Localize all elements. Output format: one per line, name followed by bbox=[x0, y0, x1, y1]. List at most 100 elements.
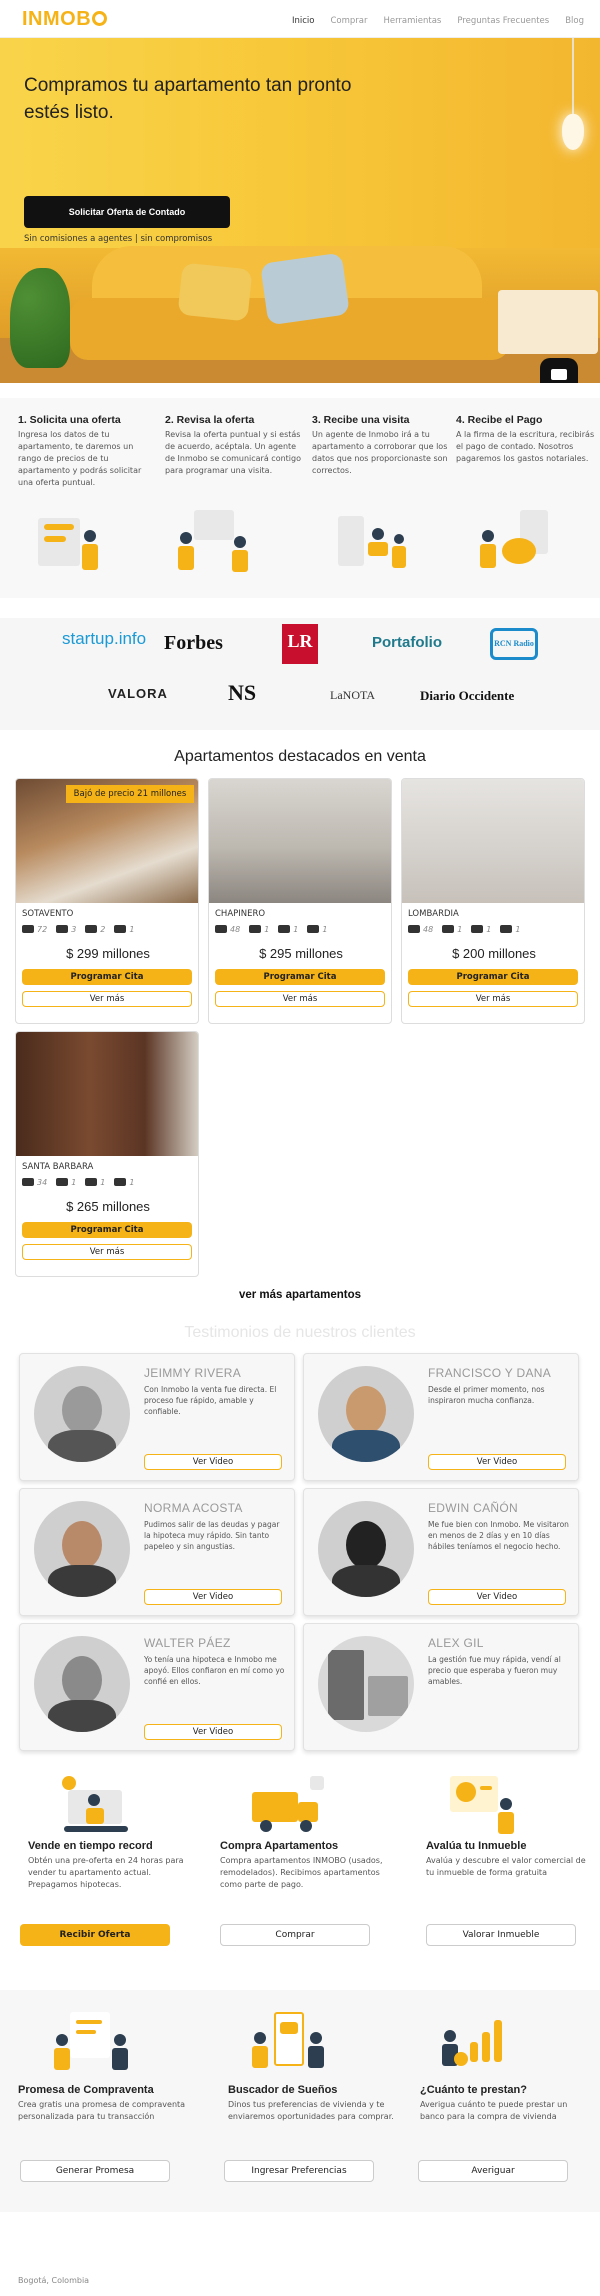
startup-info-logo: startup.info bbox=[62, 629, 147, 648]
property-card[interactable]: CHAPINERO 48 1 1 1 $ 295 millones Progra… bbox=[208, 778, 392, 1024]
dream-finder-illustration bbox=[250, 2012, 330, 2082]
steps-section: 1. Solicita una oferta Ingresa los datos… bbox=[0, 398, 600, 598]
service-title: Vende en tiempo record bbox=[28, 1840, 153, 1852]
tool-title: Promesa de Compraventa bbox=[18, 2084, 154, 2096]
schedule-appointment-button[interactable]: Programar Cita bbox=[408, 969, 578, 985]
step-text: Un agente de Inmobo irá a tu apartamento… bbox=[312, 430, 448, 475]
generate-promise-button[interactable]: Generar Promesa bbox=[20, 2160, 170, 2182]
hero-title: Compramos tu apartamento tan pronto esté… bbox=[24, 75, 352, 123]
baths-value: 1 bbox=[100, 1178, 106, 1187]
see-more-apartments-link[interactable]: ver más apartamentos bbox=[0, 1289, 600, 1301]
lanota-logo: LaNOTA bbox=[330, 688, 376, 702]
request-offer-button[interactable]: Solicitar Oferta de Contado bbox=[24, 196, 230, 228]
property-photo[interactable] bbox=[402, 779, 584, 903]
plant-image bbox=[10, 268, 70, 368]
avatar bbox=[318, 1366, 414, 1462]
testimonial-name: EDWIN CAÑÓN bbox=[428, 1501, 518, 1515]
beds-value: 1 bbox=[71, 1178, 77, 1187]
tool-text: Dinos tus preferencias de vivienda y te … bbox=[228, 2100, 394, 2121]
inmobo-logo[interactable]: INMOB bbox=[22, 8, 108, 31]
avatar bbox=[34, 1501, 130, 1597]
property-location: LOMBARDIA bbox=[408, 909, 459, 919]
nav-item-blog[interactable]: Blog bbox=[565, 16, 584, 26]
property-location: CHAPINERO bbox=[215, 909, 266, 919]
service-text: Obtén una pre-oferta en 24 horas para ve… bbox=[28, 1856, 184, 1889]
chat-icon[interactable] bbox=[540, 358, 578, 383]
nav-item-preguntas[interactable]: Preguntas Frecuentes bbox=[457, 16, 549, 26]
hero-note: Sin comisiones a agentes | sin compromis… bbox=[24, 234, 213, 244]
see-more-button[interactable]: Ver más bbox=[22, 991, 192, 1007]
property-features: 48 1 1 1 bbox=[408, 925, 520, 934]
find-out-button[interactable]: Averiguar bbox=[418, 2160, 568, 2182]
tool-loan: ¿Cuánto te prestan? Averigua cuánto te p… bbox=[420, 2084, 590, 2123]
tool-text: Averigua cuánto te puede prestar un banc… bbox=[420, 2100, 568, 2121]
property-card[interactable]: LOMBARDIA 48 1 1 1 $ 200 millones Progra… bbox=[401, 778, 585, 1024]
property-location: SOTAVENTO bbox=[22, 909, 74, 919]
step-4: 4. Recibe el Pago A la firma de la escri… bbox=[456, 414, 596, 465]
schedule-appointment-button[interactable]: Programar Cita bbox=[22, 969, 192, 985]
testimonial-name: JEIMMY RIVERA bbox=[144, 1366, 242, 1380]
forbes-logo: Forbes bbox=[164, 632, 223, 654]
testimonial-quote: Desde el primer momento, nos inspiraron … bbox=[428, 1385, 545, 1405]
see-more-button[interactable]: Ver más bbox=[408, 991, 578, 1007]
area-value: 48 bbox=[230, 925, 241, 934]
avatar bbox=[318, 1636, 414, 1732]
baths-value: 1 bbox=[293, 925, 299, 934]
car-icon: 1 bbox=[500, 925, 520, 934]
area-value: 72 bbox=[37, 925, 48, 934]
appraisal-illustration bbox=[446, 1776, 526, 1846]
parking-value: 1 bbox=[129, 925, 135, 934]
avatar bbox=[318, 1501, 414, 1597]
property-photo[interactable] bbox=[16, 1032, 198, 1156]
enter-preferences-button[interactable]: Ingresar Preferencias bbox=[224, 2160, 374, 2182]
testimonial-name: NORMA ACOSTA bbox=[144, 1501, 243, 1515]
cabinet-image bbox=[498, 290, 598, 354]
bed-icon: 1 bbox=[56, 1178, 76, 1187]
nav-item-herramientas[interactable]: Herramientas bbox=[383, 16, 441, 26]
watch-video-button[interactable]: Ver Video bbox=[144, 1724, 282, 1740]
footer-location: Bogotá, Colombia bbox=[18, 2276, 90, 2285]
service-title: Avalúa tu Inmueble bbox=[426, 1840, 527, 1852]
tool-promise: Promesa de Compraventa Crea gratis una p… bbox=[18, 2084, 188, 2123]
nav-item-inicio[interactable]: Inicio bbox=[292, 16, 315, 26]
appraise-button[interactable]: Valorar Inmueble bbox=[426, 1924, 576, 1946]
step-3: 3. Recibe una visita Un agente de Inmobo… bbox=[312, 414, 452, 477]
buy-truck-illustration bbox=[250, 1776, 330, 1846]
baths-value: 2 bbox=[100, 925, 106, 934]
bath-icon: 2 bbox=[85, 925, 105, 934]
bed-icon: 1 bbox=[442, 925, 462, 934]
buy-button[interactable]: Comprar bbox=[220, 1924, 370, 1946]
see-more-button[interactable]: Ver más bbox=[22, 1244, 192, 1260]
property-price: $ 265 millones bbox=[66, 1199, 150, 1214]
step-1: 1. Solicita una oferta Ingresa los datos… bbox=[18, 414, 158, 489]
watch-video-button[interactable]: Ver Video bbox=[428, 1454, 566, 1470]
promise-illustration bbox=[54, 2012, 136, 2082]
loan-illustration bbox=[440, 2012, 520, 2082]
press-logos: startup.info Forbes LR Portafolio RCN Ra… bbox=[0, 618, 600, 730]
get-offer-button[interactable]: Recibir Oferta bbox=[20, 1924, 170, 1946]
light-bulb-icon bbox=[562, 114, 584, 150]
watch-video-button[interactable]: Ver Video bbox=[144, 1454, 282, 1470]
sell-illustration bbox=[58, 1776, 138, 1846]
property-price: $ 200 millones bbox=[452, 946, 536, 961]
property-photo[interactable] bbox=[209, 779, 391, 903]
pillow-image bbox=[260, 252, 350, 326]
area-value: 34 bbox=[37, 1178, 48, 1187]
property-features: 34 1 1 1 bbox=[22, 1178, 134, 1187]
schedule-appointment-button[interactable]: Programar Cita bbox=[215, 969, 385, 985]
see-more-button[interactable]: Ver más bbox=[215, 991, 385, 1007]
area-icon: 48 bbox=[408, 925, 433, 934]
watch-video-button[interactable]: Ver Video bbox=[428, 1589, 566, 1605]
tool-dream-finder: Buscador de Sueños Dinos tus preferencia… bbox=[228, 2084, 398, 2123]
schedule-appointment-button[interactable]: Programar Cita bbox=[22, 1222, 192, 1238]
property-card[interactable]: Bajó de precio 21 millones SOTAVENTO 72 … bbox=[15, 778, 199, 1024]
bath-icon: 1 bbox=[85, 1178, 105, 1187]
area-icon: 48 bbox=[215, 925, 240, 934]
nav-item-comprar[interactable]: Comprar bbox=[330, 16, 367, 26]
pillow-image bbox=[177, 262, 253, 322]
step-text: Revisa la oferta puntual y si estás de a… bbox=[165, 430, 301, 475]
property-card[interactable]: SANTA BARBARA 34 1 1 1 $ 265 millones Pr… bbox=[15, 1031, 199, 1277]
watch-video-button[interactable]: Ver Video bbox=[144, 1589, 282, 1605]
service-text: Compra apartamentos INMOBO (usados, remo… bbox=[220, 1856, 383, 1889]
avatar bbox=[34, 1636, 130, 1732]
